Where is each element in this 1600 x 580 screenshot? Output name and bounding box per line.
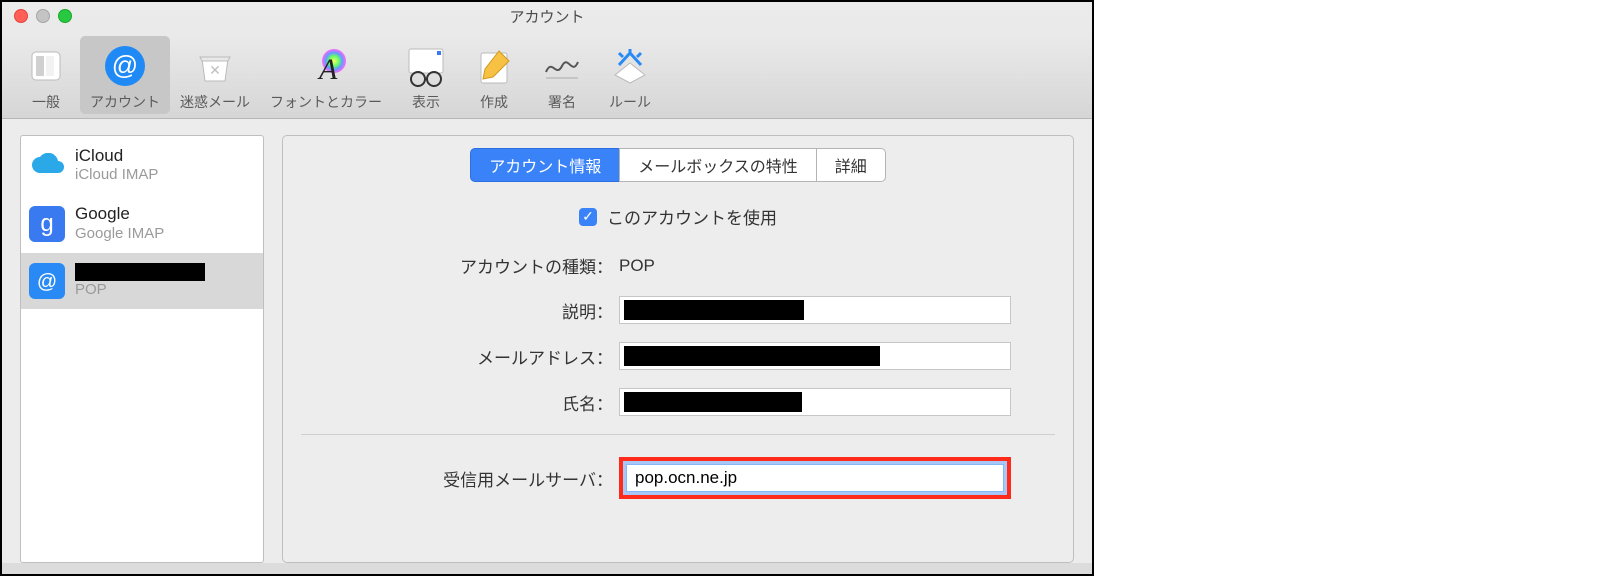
- account-sub: Google IMAP: [75, 225, 164, 243]
- account-name: Google: [75, 204, 164, 224]
- toolbar-junk[interactable]: ✕ 迷惑メール: [170, 36, 260, 114]
- toolbar-rules[interactable]: ルール: [596, 36, 664, 114]
- switch-icon: [22, 42, 70, 90]
- svg-text:✕: ✕: [209, 62, 221, 78]
- window-title: アカウント: [10, 6, 1084, 27]
- account-row-google[interactable]: g Google Google IMAP: [21, 194, 263, 252]
- svg-text:@: @: [112, 50, 138, 80]
- titlebar: アカウント: [2, 2, 1092, 30]
- account-sub: iCloud IMAP: [75, 166, 158, 184]
- accounts-sidebar: iCloud iCloud IMAP g Google Google IMAP …: [20, 135, 264, 563]
- toolbar-general-label: 一般: [32, 92, 60, 112]
- toolbar-fonts-label: フォントとカラー: [270, 92, 382, 112]
- account-name-redacted: [75, 263, 205, 281]
- tab-mailbox-behavior[interactable]: メールボックスの特性: [619, 148, 817, 182]
- account-row-icloud[interactable]: iCloud iCloud IMAP: [21, 136, 263, 194]
- tab-account-info[interactable]: アカウント情報: [470, 148, 620, 182]
- account-detail-pane: アカウント情報 メールボックスの特性 詳細 ✓ このアカウントを使用 アカウント…: [282, 135, 1074, 563]
- preferences-toolbar: 一般 @ アカウント ✕ 迷惑メール A フォントとカラー 表示: [2, 30, 1092, 119]
- toolbar-fonts[interactable]: A フォントとカラー: [260, 36, 392, 114]
- close-window-button[interactable]: [14, 9, 28, 23]
- toolbar-accounts-label: アカウント: [90, 92, 160, 112]
- trash-icon: ✕: [191, 42, 239, 90]
- toolbar-viewing[interactable]: 表示: [392, 36, 460, 114]
- toolbar-signatures-label: 署名: [548, 92, 576, 112]
- incoming-server-highlight: [619, 457, 1011, 499]
- incoming-server-field[interactable]: [626, 464, 1004, 492]
- email-label: メールアドレス：: [301, 344, 619, 369]
- icloud-icon: [29, 147, 65, 183]
- account-sub: POP: [75, 281, 205, 299]
- enable-account-checkbox[interactable]: ✓: [579, 208, 597, 226]
- svg-text:@: @: [37, 271, 57, 293]
- rules-icon: [606, 42, 654, 90]
- toolbar-viewing-label: 表示: [412, 92, 440, 112]
- incoming-server-label: 受信用メールサーバ：: [301, 466, 619, 491]
- toolbar-general[interactable]: 一般: [12, 36, 80, 114]
- enable-account-label: このアカウントを使用: [607, 204, 777, 229]
- google-icon: g: [29, 206, 65, 242]
- pencil-paper-icon: [470, 42, 518, 90]
- at-icon: @: [29, 263, 65, 299]
- enable-account-row: ✓ このアカウントを使用: [301, 204, 1055, 229]
- detail-tabs: アカウント情報 メールボックスの特性 詳細: [301, 148, 1055, 182]
- svg-text:A: A: [317, 53, 338, 86]
- signature-icon: [538, 42, 586, 90]
- email-field[interactable]: [619, 342, 1011, 370]
- toolbar-junk-label: 迷惑メール: [180, 92, 250, 112]
- tab-advanced[interactable]: 詳細: [816, 148, 886, 182]
- minimize-window-button[interactable]: [36, 9, 50, 23]
- description-field[interactable]: [619, 296, 1011, 324]
- toolbar-accounts[interactable]: @ アカウント: [80, 36, 170, 114]
- toolbar-composing[interactable]: 作成: [460, 36, 528, 114]
- fullname-label: 氏名：: [301, 390, 619, 415]
- glasses-icon: [402, 42, 450, 90]
- account-type-value: POP: [619, 256, 655, 276]
- description-label: 説明：: [301, 298, 619, 323]
- account-name: iCloud: [75, 146, 158, 166]
- account-type-label: アカウントの種類：: [301, 253, 619, 278]
- at-icon: @: [101, 42, 149, 90]
- content-area: iCloud iCloud IMAP g Google Google IMAP …: [2, 119, 1092, 563]
- font-color-icon: A: [302, 42, 350, 90]
- toolbar-rules-label: ルール: [609, 92, 651, 112]
- preferences-window: アカウント 一般 @ アカウント ✕ 迷惑メール A フォントとカラー: [0, 0, 1094, 576]
- fullname-field[interactable]: [619, 388, 1011, 416]
- account-row-pop[interactable]: @ POP: [21, 253, 263, 309]
- toolbar-composing-label: 作成: [480, 92, 508, 112]
- traffic-lights: [14, 9, 72, 23]
- zoom-window-button[interactable]: [58, 9, 72, 23]
- form-divider: [301, 434, 1055, 435]
- toolbar-signatures[interactable]: 署名: [528, 36, 596, 114]
